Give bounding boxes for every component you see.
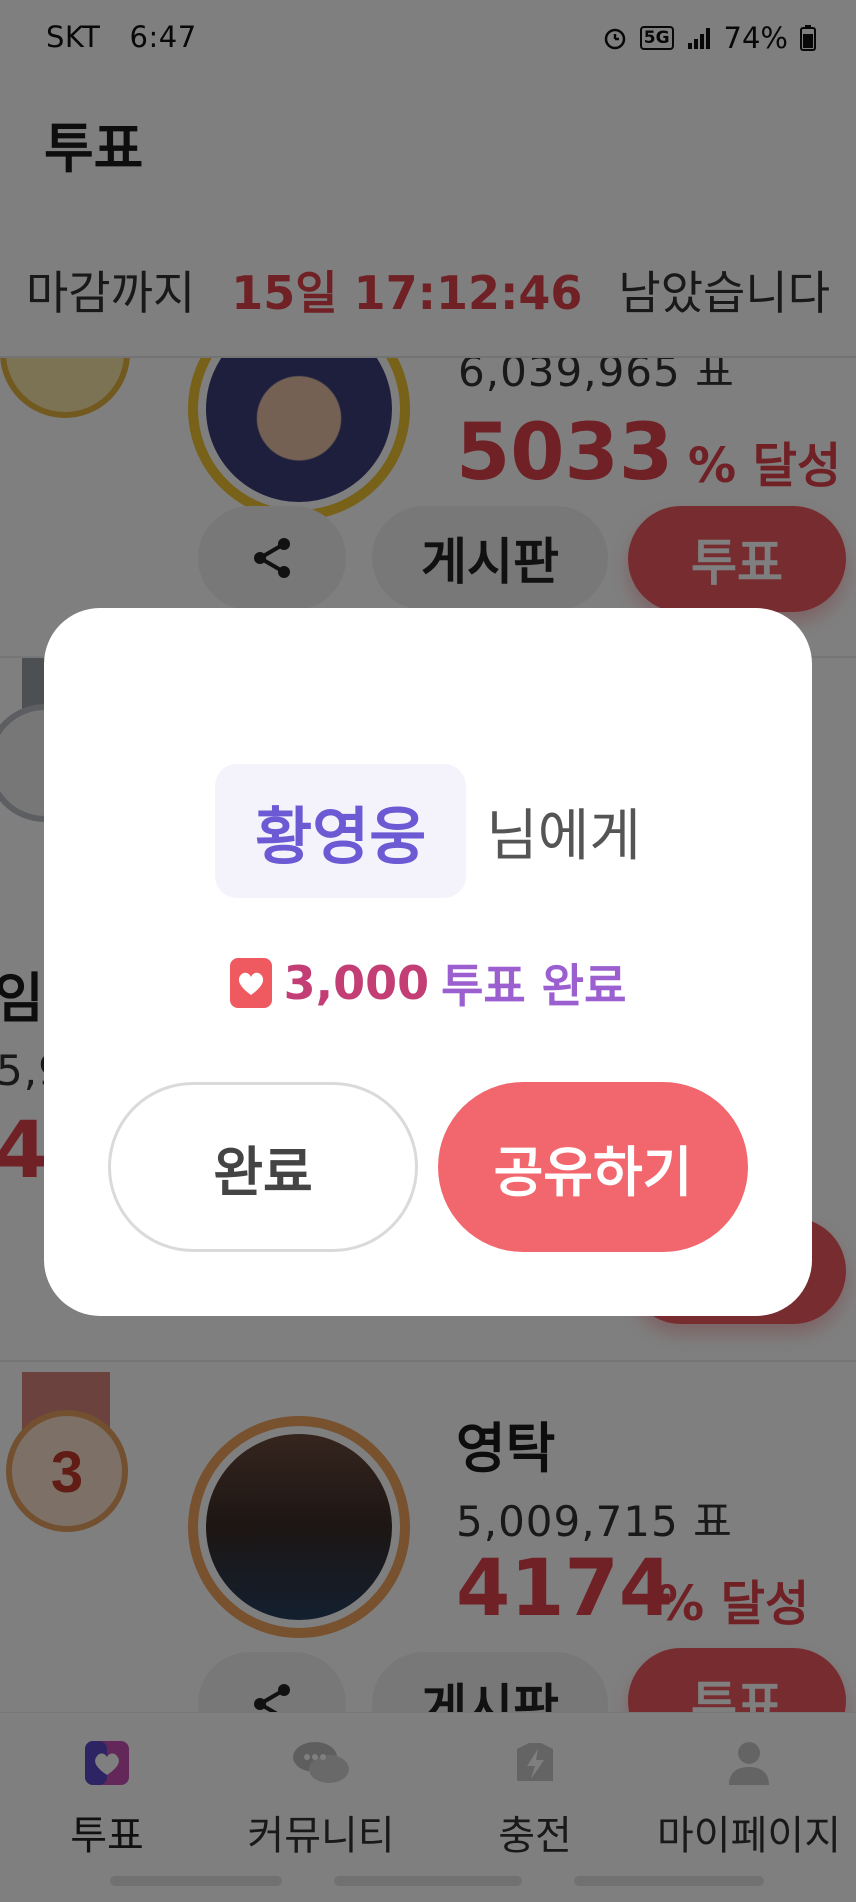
screen: SKT 6:47 5G 74% 투표	[0, 0, 856, 1902]
vote-amount: 3,000	[283, 956, 430, 1010]
vote-complete-dialog: 황영웅 님에게 3,000 투표 완료 완료 공유하기	[44, 608, 812, 1316]
vote-done-text: 투표 완료	[441, 959, 627, 1013]
vote-done-message: 3,000 투표 완료	[44, 950, 812, 1016]
recipient-row: 황영웅 님에게	[44, 764, 812, 898]
share-dialog-button[interactable]: 공유하기	[438, 1082, 748, 1252]
done-button[interactable]: 완료	[108, 1082, 418, 1252]
recipient-suffix: 님에게	[486, 803, 641, 869]
heart-icon	[229, 958, 272, 1008]
recipient-name: 황영웅	[215, 764, 467, 898]
